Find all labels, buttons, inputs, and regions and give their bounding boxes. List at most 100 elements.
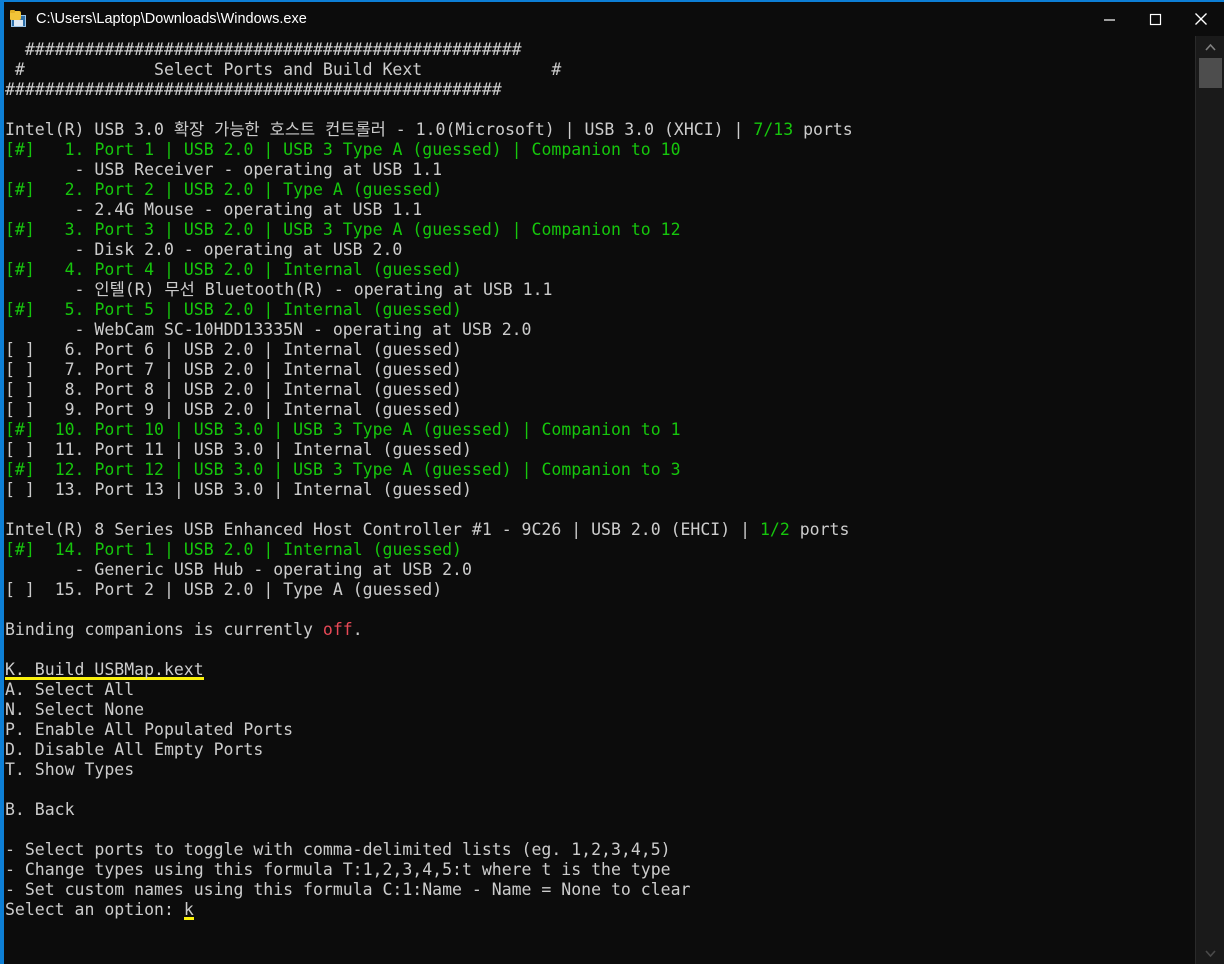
title-bar[interactable]: C:\Users\Laptop\Downloads\Windows.exe	[4, 2, 1224, 36]
port-description: Port 1 | USB 2.0 | USB 3 Type A (guessed…	[94, 140, 681, 159]
port-checkbox[interactable]: [#]	[5, 180, 35, 199]
port-row[interactable]: [#] 4. Port 4 | USB 2.0 | Internal (gues…	[4, 260, 1195, 280]
port-number: 2.	[54, 180, 85, 199]
port-index	[35, 220, 55, 239]
prompt-input[interactable]: k	[184, 900, 194, 920]
port-gap	[85, 360, 95, 379]
port-checkbox[interactable]: [ ]	[5, 380, 35, 399]
hint-custom-names: - Set custom names using this formula C:…	[5, 880, 691, 899]
port-row[interactable]: [ ] 11. Port 11 | USB 3.0 | Internal (gu…	[4, 440, 1195, 460]
maximize-button[interactable]	[1132, 2, 1178, 36]
scrollbar-track[interactable]	[1196, 58, 1224, 942]
port-gap	[85, 580, 95, 599]
menu-item-build-kext[interactable]: K. Build USBMap.kext	[4, 660, 1195, 680]
vertical-scrollbar[interactable]	[1195, 36, 1224, 964]
port-description: Port 5 | USB 2.0 | Internal (guessed)	[94, 300, 462, 319]
close-button[interactable]	[1178, 2, 1224, 36]
controller-header-xhci: Intel(R) USB 3.0 확장 가능한 호스트 컨트롤러 - 1.0(M…	[4, 120, 1195, 140]
port-gap	[85, 220, 95, 239]
port-checkbox[interactable]: [#]	[5, 260, 35, 279]
port-checkbox[interactable]: [ ]	[5, 400, 35, 419]
port-description: Port 12 | USB 3.0 | USB 3 Type A (guesse…	[94, 460, 681, 479]
port-row[interactable]: [#] 1. Port 1 | USB 2.0 | USB 3 Type A (…	[4, 140, 1195, 160]
port-number: 7.	[54, 360, 85, 379]
port-gap	[85, 540, 95, 559]
controller-ports-suffix-xhci: ports	[793, 120, 853, 139]
port-row[interactable]: [#] 10. Port 10 | USB 3.0 | USB 3 Type A…	[4, 420, 1195, 440]
prompt-line[interactable]: Select an option: k	[4, 900, 1195, 920]
port-row[interactable]: [ ] 13. Port 13 | USB 3.0 | Internal (gu…	[4, 480, 1195, 500]
port-description: Port 3 | USB 2.0 | USB 3 Type A (guessed…	[94, 220, 681, 239]
port-checkbox[interactable]: [#]	[5, 220, 35, 239]
port-checkbox[interactable]: [#]	[5, 540, 35, 559]
port-index	[35, 260, 55, 279]
banner-bottom: ########################################…	[5, 80, 502, 99]
minimize-button[interactable]	[1086, 2, 1132, 36]
port-gap	[85, 140, 95, 159]
port-row[interactable]: [#] 3. Port 3 | USB 2.0 | USB 3 Type A (…	[4, 220, 1195, 240]
binding-status: Binding companions is currently off.	[4, 620, 1195, 640]
port-gap	[85, 300, 95, 319]
scroll-down-icon[interactable]	[1196, 942, 1224, 964]
banner-top: ########################################…	[5, 40, 522, 59]
port-row[interactable]: [#] 2. Port 2 | USB 2.0 | Type A (guesse…	[4, 180, 1195, 200]
port-number: 6.	[54, 340, 85, 359]
hint-select-ports: - Select ports to toggle with comma-deli…	[5, 840, 671, 859]
hint-change-types: - Change types using this formula T:1,2,…	[5, 860, 671, 879]
controller-name-ehci: Intel(R) 8 Series USB Enhanced Host Cont…	[5, 520, 760, 539]
port-device: - Disk 2.0 - operating at USB 2.0	[5, 240, 403, 259]
menu-item-disable-empty[interactable]: D. Disable All Empty Ports	[4, 740, 1195, 760]
port-checkbox[interactable]: [ ]	[5, 580, 35, 599]
port-row[interactable]: [ ] 6. Port 6 | USB 2.0 | Internal (gues…	[4, 340, 1195, 360]
port-description: Port 7 | USB 2.0 | Internal (guessed)	[94, 360, 462, 379]
menu-item-back[interactable]: B. Back	[4, 800, 1195, 820]
port-checkbox[interactable]: [ ]	[5, 480, 35, 499]
menu-item-enable-populated[interactable]: P. Enable All Populated Ports	[4, 720, 1195, 740]
port-index	[35, 140, 55, 159]
port-index	[35, 300, 55, 319]
port-gap	[85, 380, 95, 399]
port-row[interactable]: [#] 14. Port 1 | USB 2.0 | Internal (gue…	[4, 540, 1195, 560]
port-checkbox[interactable]: [#]	[5, 140, 35, 159]
port-checkbox[interactable]: [ ]	[5, 440, 35, 459]
port-index	[35, 480, 55, 499]
port-row[interactable]: [ ] 15. Port 2 | USB 2.0 | Type A (guess…	[4, 580, 1195, 600]
port-checkbox[interactable]: [ ]	[5, 360, 35, 379]
port-index	[35, 400, 55, 419]
port-row[interactable]: [ ] 7. Port 7 | USB 2.0 | Internal (gues…	[4, 360, 1195, 380]
port-row[interactable]: [#] 12. Port 12 | USB 3.0 | USB 3 Type A…	[4, 460, 1195, 480]
port-row[interactable]: [ ] 9. Port 9 | USB 2.0 | Internal (gues…	[4, 400, 1195, 420]
controller-ports-xhci: 7/13	[753, 120, 794, 139]
scrollbar-thumb[interactable]	[1199, 58, 1222, 88]
banner-title: # Select Ports and Build Kext #	[5, 60, 562, 79]
port-checkbox[interactable]: [#]	[5, 420, 35, 439]
app-disk-icon	[10, 10, 28, 28]
port-index	[35, 180, 55, 199]
menu-item-show-types[interactable]: T. Show Types	[4, 760, 1195, 780]
menu-item-select-all[interactable]: A. Select All	[4, 680, 1195, 700]
binding-suffix: .	[352, 620, 363, 639]
port-number: 5.	[54, 300, 85, 319]
console-window: C:\Users\Laptop\Downloads\Windows.exe ##…	[0, 0, 1224, 964]
port-checkbox[interactable]: [#]	[5, 300, 35, 319]
controller-ports-suffix-ehci: ports	[789, 520, 850, 539]
port-number: 15.	[54, 580, 85, 599]
port-index	[35, 460, 55, 479]
port-checkbox[interactable]: [ ]	[5, 340, 35, 359]
port-checkbox[interactable]: [#]	[5, 460, 35, 479]
port-gap	[85, 340, 95, 359]
scroll-up-icon[interactable]	[1196, 36, 1224, 58]
terminal-output[interactable]: ########################################…	[4, 36, 1195, 964]
port-device: - 인텔(R) 무선 Bluetooth(R) - operating at U…	[5, 280, 553, 299]
port-row[interactable]: [#] 5. Port 5 | USB 2.0 | Internal (gues…	[4, 300, 1195, 320]
binding-state: off	[322, 620, 353, 639]
port-number: 11.	[54, 440, 85, 459]
port-index	[35, 380, 55, 399]
controller-ports-ehci: 1/2	[759, 520, 790, 539]
port-row[interactable]: [ ] 8. Port 8 | USB 2.0 | Internal (gues…	[4, 380, 1195, 400]
menu-item-select-none[interactable]: N. Select None	[4, 700, 1195, 720]
